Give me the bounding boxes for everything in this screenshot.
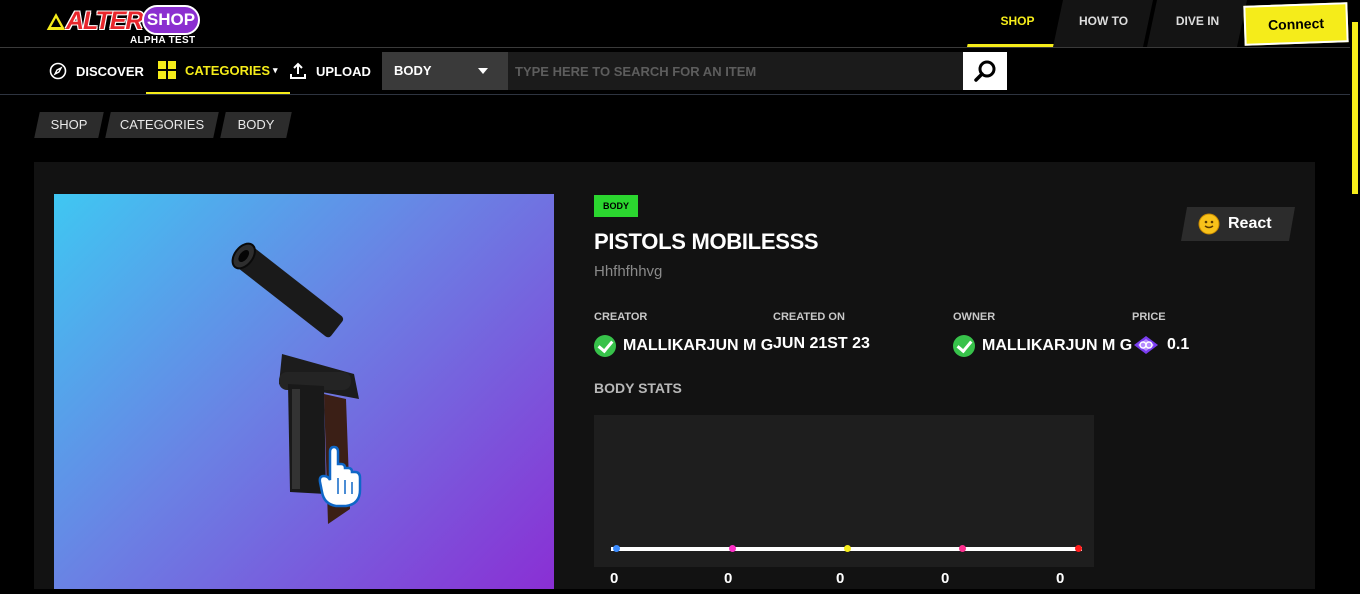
logo-triangle-icon <box>44 10 68 32</box>
item-preview[interactable] <box>54 194 554 589</box>
tab-dive-in[interactable]: DIVE IN <box>1147 0 1247 47</box>
chevron-down-icon: ▾ <box>273 64 278 75</box>
tab-shop[interactable]: SHOP <box>967 0 1067 47</box>
brand-logo[interactable]: ALTER SHOP ALPHA TEST <box>44 5 204 47</box>
react-label: React <box>1228 215 1272 232</box>
stat-point <box>613 545 620 552</box>
price-label: PRICE <box>1132 311 1166 323</box>
owner-label: OWNER <box>953 311 996 323</box>
stat-value: 0 <box>941 570 950 587</box>
search-button[interactable] <box>963 52 1007 90</box>
price-amount: 0.1 <box>1167 336 1190 353</box>
sub-navigation: DISCOVER CATEGORIES ▾ UPLOAD BODY <box>0 48 1360 95</box>
creator-label: CREATOR <box>594 311 648 323</box>
created-label: CREATED ON <box>773 311 845 323</box>
connect-button[interactable]: Connect <box>1243 2 1349 46</box>
categories-menu[interactable]: CATEGORIES ▾ <box>146 48 290 94</box>
tab-how-to-label: HOW TO <box>1078 14 1129 28</box>
react-button[interactable]: React <box>1181 207 1295 241</box>
categories-label: CATEGORIES <box>185 62 270 78</box>
verified-check-icon <box>594 335 616 357</box>
compass-icon <box>49 62 67 80</box>
stat-value: 0 <box>724 570 733 587</box>
category-select[interactable]: BODY <box>382 52 508 90</box>
search-input[interactable] <box>508 52 963 90</box>
tab-dive-in-label: DIVE IN <box>1175 14 1220 28</box>
search-icon <box>974 60 996 82</box>
creator-name: MALLIKARJUN M G <box>623 337 774 354</box>
body-stats-chart <box>594 415 1094 567</box>
pistol-model-image <box>231 242 362 524</box>
brand-name: ALTER <box>66 7 143 35</box>
tab-how-to[interactable]: HOW TO <box>1053 0 1153 47</box>
grid-icon <box>158 61 176 79</box>
breadcrumb-categories[interactable]: CATEGORIES <box>105 112 219 138</box>
owner-value[interactable]: MALLIKARJUN M G <box>953 335 1132 357</box>
verified-check-icon <box>953 335 975 357</box>
caret-down-icon <box>478 68 488 74</box>
upload-label: UPLOAD <box>316 63 371 79</box>
breadcrumb-categories-label: CATEGORIES <box>119 117 205 132</box>
category-select-value: BODY <box>394 63 432 78</box>
breadcrumb-body-label: BODY <box>237 117 275 132</box>
body-stats-title: BODY STATS <box>594 380 682 396</box>
item-description: Hhfhfhhvg <box>594 263 663 280</box>
breadcrumb-body[interactable]: BODY <box>220 112 292 138</box>
discover-label: DISCOVER <box>76 63 144 79</box>
stat-value: 0 <box>836 570 845 587</box>
stat-value: 0 <box>1056 570 1065 587</box>
stat-point <box>844 545 851 552</box>
breadcrumb-shop-label: SHOP <box>50 117 88 132</box>
brand-subtitle: ALPHA TEST <box>130 35 196 46</box>
breadcrumb-shop[interactable]: SHOP <box>34 112 104 138</box>
smiley-icon <box>1198 213 1220 235</box>
item-title: PISTOLS MOBILESSS <box>594 229 819 254</box>
created-value: JUN 21ST 23 <box>773 335 870 353</box>
token-icon <box>1134 336 1158 354</box>
scrollbar-thumb[interactable] <box>1352 22 1358 194</box>
discover-link[interactable]: DISCOVER <box>49 48 144 94</box>
owner-name: MALLIKARJUN M G <box>982 337 1133 354</box>
upload-icon <box>290 62 306 79</box>
brand-badge: SHOP <box>142 5 200 35</box>
stat-value: 0 <box>610 570 619 587</box>
created-date: JUN 21ST 23 <box>773 335 870 352</box>
stat-point <box>729 545 736 552</box>
stat-point <box>1075 545 1082 552</box>
creator-value[interactable]: MALLIKARJUN M G <box>594 335 773 357</box>
stat-point <box>959 545 966 552</box>
type-badge[interactable]: BODY <box>594 195 638 217</box>
price-value: 0.1 <box>1132 335 1189 355</box>
tab-shop-label: SHOP <box>1000 14 1035 28</box>
upload-link[interactable]: UPLOAD <box>289 48 371 94</box>
